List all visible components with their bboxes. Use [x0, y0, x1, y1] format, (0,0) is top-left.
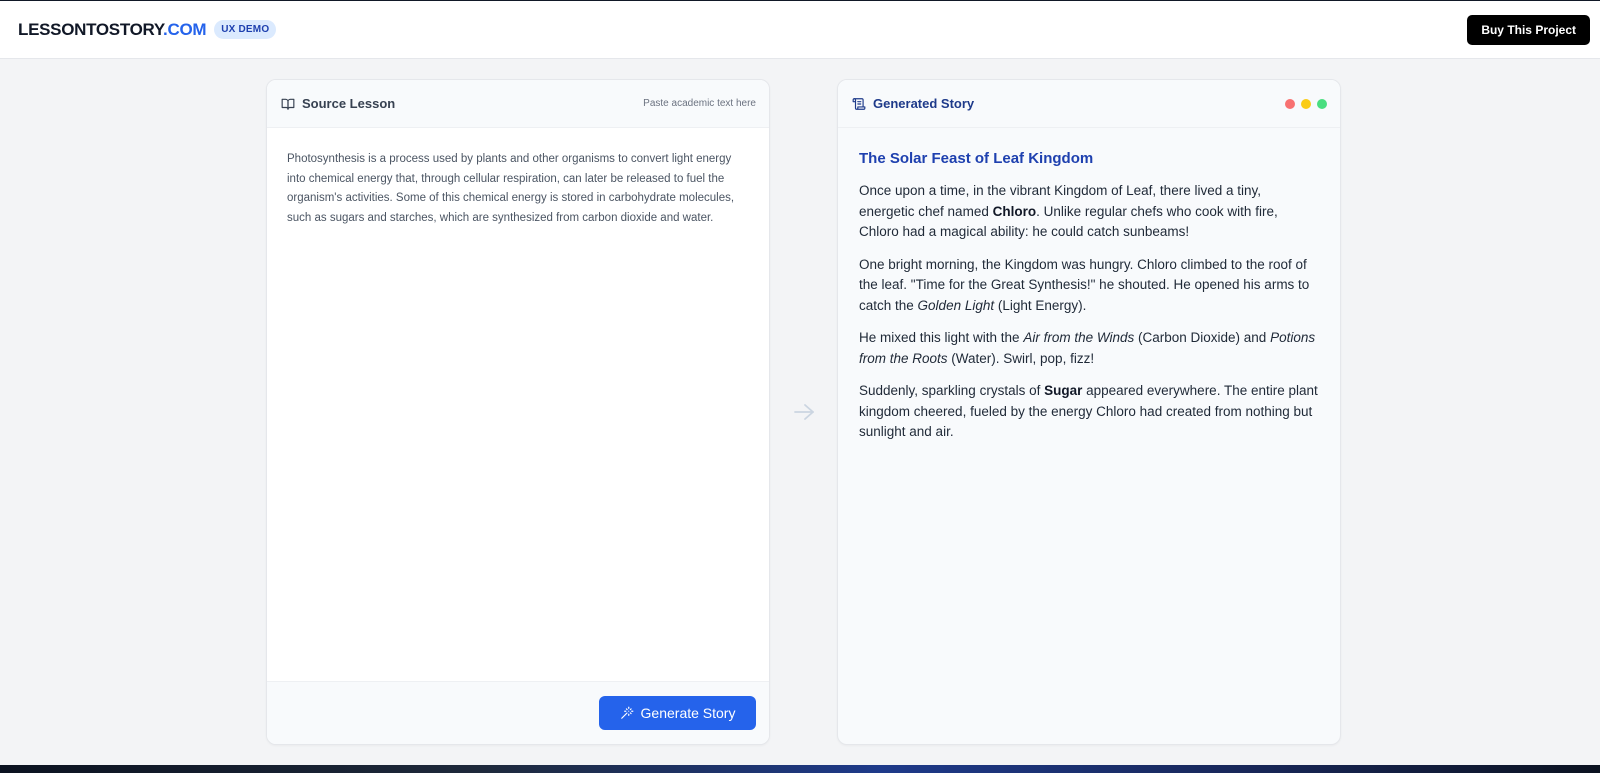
window-dots [1285, 98, 1327, 109]
p4-bold-sugar: Sugar [1044, 383, 1083, 398]
dot-red [1285, 98, 1295, 109]
logo[interactable]: LESSONTOSTORY.COM [18, 19, 207, 40]
p1-bold-chloro: Chloro [992, 203, 1037, 219]
navbar: LESSONTOSTORY.COM UX DEMO Buy This Proje… [0, 1, 1600, 59]
p2-text-c: (Light Energy). [994, 297, 1087, 313]
source-panel-title: Source Lesson [281, 96, 395, 111]
taskbar-strip [0, 765, 1600, 773]
story-content: The Solar Feast of Leaf Kingdom Once upo… [838, 128, 1340, 443]
book-open-icon [281, 97, 295, 111]
p2-italic-golden-light: Golden Light [917, 297, 995, 313]
logo-accent: .COM [163, 19, 207, 39]
magic-wand-icon [620, 706, 634, 720]
source-panel-footer: Generate Story [267, 681, 769, 744]
source-panel-header: Source Lesson Paste academic text here [267, 80, 769, 128]
logo-main: LESSONTOSTORY [18, 19, 164, 39]
story-paragraph-4: Suddenly, sparkling crystals of Sugar ap… [859, 381, 1320, 443]
lesson-textarea[interactable]: Photosynthesis is a process used by plan… [267, 128, 769, 228]
story-paragraph-2: One bright morning, the Kingdom was hung… [859, 255, 1320, 317]
generate-story-button[interactable]: Generate Story [599, 696, 756, 730]
p3-text-c: (Carbon Dioxide) and [1134, 330, 1271, 345]
scroll-icon [852, 97, 866, 111]
source-lesson-panel: Source Lesson Paste academic text here P… [266, 79, 770, 745]
story-title: The Solar Feast of Leaf Kingdom [859, 150, 1094, 167]
p4-text-a: Suddenly, sparkling crystals of [859, 383, 1045, 398]
brand: LESSONTOSTORY.COM UX DEMO [18, 19, 277, 40]
p3-text-a: He mixed this light with the [859, 330, 1024, 345]
generated-story-panel: Generated Story The Solar Feast of Leaf … [837, 79, 1341, 745]
story-paragraph-3: He mixed this light with the Air from th… [859, 328, 1320, 369]
ux-demo-badge: UX DEMO [214, 20, 277, 39]
p3-text-e: (Water). Swirl, pop, fizz! [947, 350, 1095, 366]
dot-yellow [1301, 98, 1311, 109]
source-panel-title-text: Source Lesson [302, 96, 396, 111]
story-paragraph-1: Once upon a time, in the vibrant Kingdom… [859, 181, 1320, 243]
source-panel-hint: Paste academic text here [643, 98, 756, 109]
story-panel-title: Generated Story [852, 96, 974, 111]
story-panel-header: Generated Story [838, 80, 1340, 128]
story-panel-title-text: Generated Story [873, 96, 975, 111]
p3-italic-air: Air from the Winds [1023, 330, 1135, 345]
dot-green [1317, 98, 1327, 109]
arrow-right-icon [793, 403, 815, 421]
buy-project-button[interactable]: Buy This Project [1467, 14, 1590, 45]
generate-story-label: Generate Story [640, 705, 736, 721]
